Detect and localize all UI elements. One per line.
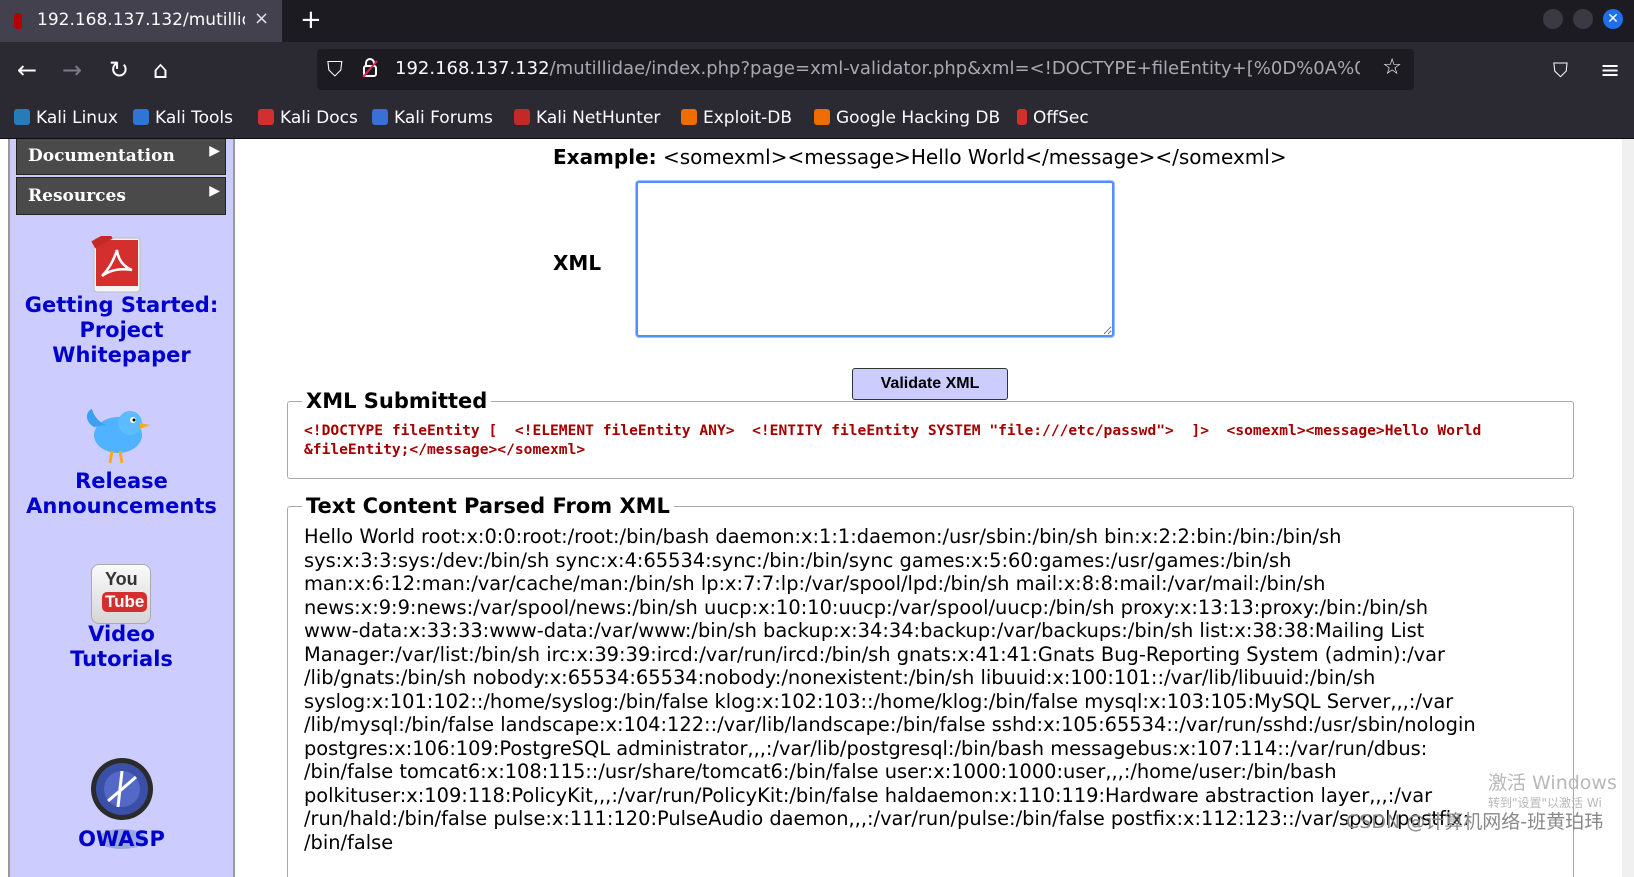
kali-docs-icon	[258, 109, 274, 125]
parsed-line: /lib/gnats:/bin/sh nobody:x:65534:65534:…	[304, 666, 1376, 689]
kali-forums-icon	[372, 109, 388, 125]
active-tab[interactable]: 192.168.137.132/mutillida ×	[0, 0, 282, 42]
insecure-lock-icon[interactable]	[362, 58, 378, 83]
kali-tools-icon	[133, 109, 149, 125]
xml-label: XML	[553, 251, 602, 275]
xml-submitted-legend: XML Submitted	[306, 389, 488, 413]
parsed-line: syslog:x:101:102::/home/syslog:/bin/fals…	[304, 689, 1454, 713]
url-bar[interactable]: ⛉ 192.168.137.132/mutillidae/index.php?p…	[317, 49, 1414, 90]
home-icon[interactable]: ⌂	[153, 56, 168, 84]
bookmarks-toolbar: Kali Linux Kali Tools Kali Docs Kali For…	[0, 102, 1634, 139]
menu-resources-label: Resources	[28, 186, 126, 206]
owasp-link[interactable]: OWASP	[10, 827, 233, 852]
window-close-button[interactable]: ✕	[1603, 9, 1623, 29]
menu-hamburger-icon[interactable]: ≡	[1600, 56, 1620, 84]
parsed-line: /bin/false	[304, 830, 394, 854]
ghdb-icon	[814, 109, 830, 125]
minimize-button[interactable]	[1543, 9, 1563, 29]
parsed-line: /bin/false tomcat6:x:108:115::/usr/share…	[304, 760, 1337, 783]
example-value: <somexml><message>Hello World</message><…	[663, 145, 1287, 169]
bookmark-kali-tools[interactable]: Kali Tools	[133, 108, 233, 128]
owasp-line1: OWASP	[78, 827, 165, 851]
parsed-line: polkituser:x:109:118:PolicyKit,,,:/var/r…	[304, 783, 1433, 807]
maximize-button[interactable]	[1573, 9, 1593, 29]
getting-started-link[interactable]: Getting Started: Project Whitepaper	[10, 293, 233, 368]
parsed-line: Hello World root:x:0:0:root:/root:/bin/b…	[304, 525, 1342, 548]
windows-activation-watermark: 激活 Windows	[1488, 772, 1617, 794]
tab-title: 192.168.137.132/mutillida	[37, 10, 245, 30]
pocket-icon[interactable]: ⛉	[1553, 58, 1568, 82]
parsed-line: news:x:9:9:news:/var/spool/news:/bin/sh …	[304, 595, 1428, 619]
bookmark-offsec[interactable]: OffSec	[1017, 108, 1089, 128]
parsed-line: /lib/mysql:/bin/false landscape:x:104:12…	[304, 713, 1476, 736]
getting-started-line2: Project	[79, 318, 164, 342]
url-text[interactable]: 192.168.137.132/mutillidae/index.php?pag…	[395, 58, 1360, 79]
twitter-bird-icon[interactable]	[84, 405, 150, 471]
release-line2: Announcements	[26, 494, 217, 518]
bookmark-kali-nethunter[interactable]: Kali NetHunter	[514, 108, 660, 128]
parsed-content-legend: Text Content Parsed From XML	[306, 494, 670, 518]
kali-dragon-icon	[14, 109, 30, 125]
csdn-watermark: CSDN @计算机网络-班黄珀玮	[1346, 811, 1604, 833]
navigation-toolbar: ← → ↻ ⌂ ⛉ 192.168.137.132/mutillidae/ind…	[0, 42, 1634, 102]
back-arrow-icon[interactable]: ←	[17, 56, 37, 84]
bookmark-kali-forums[interactable]: Kali Forums	[372, 108, 493, 128]
mutillidae-favicon-icon	[14, 13, 22, 29]
example-text: Example: <somexml><message>Hello World</…	[553, 145, 1287, 169]
submenu-arrow-icon: ▶	[209, 183, 220, 199]
youtube-icon[interactable]: You Tube	[91, 564, 151, 624]
tab-close-icon[interactable]: ×	[254, 8, 269, 29]
reload-icon[interactable]: ↻	[109, 56, 129, 84]
getting-started-line3: Whitepaper	[52, 343, 191, 367]
bookmark-exploit-db[interactable]: Exploit-DB	[681, 108, 792, 128]
parsed-content-text: Hello World root:x:0:0:root:/root:/bin/b…	[304, 525, 1566, 854]
pdf-icon[interactable]	[90, 231, 146, 298]
bookmark-kali-docs[interactable]: Kali Docs	[258, 108, 358, 128]
sidebar: Documentation ▶ Resources ▶ Getting Star…	[8, 139, 235, 877]
xml-textarea[interactable]	[636, 181, 1114, 337]
menu-documentation[interactable]: Documentation ▶	[14, 139, 228, 177]
release-line1: Release	[75, 469, 168, 493]
offsec-icon	[1017, 109, 1027, 125]
bookmark-google-hacking-db[interactable]: Google Hacking DB	[814, 108, 1000, 128]
bookmark-star-icon[interactable]: ☆	[1382, 55, 1402, 80]
page-content: Documentation ▶ Resources ▶ Getting Star…	[0, 139, 1634, 877]
tab-strip: 192.168.137.132/mutillida × + ✕	[0, 0, 1634, 42]
parsed-line: sys:x:3:3:sys:/dev:/bin/sh sync:x:4:6553…	[304, 548, 1292, 572]
parsed-line: Manager:/var/list:/bin/sh irc:x:39:39:ir…	[304, 642, 1445, 666]
video-line1: Video	[88, 622, 155, 646]
shield-icon[interactable]: ⛉	[327, 57, 343, 82]
menu-resources[interactable]: Resources ▶	[14, 175, 228, 217]
release-announcements-link[interactable]: Release Announcements	[10, 469, 233, 519]
xml-submitted-text: <!DOCTYPE fileEntity [ <!ELEMENT fileEnt…	[304, 422, 1482, 458]
youtube-tube-text: Tube	[102, 592, 148, 612]
youtube-you-text: You	[105, 569, 138, 589]
new-tab-button[interactable]: +	[300, 5, 322, 35]
video-line2: Tutorials	[70, 647, 173, 671]
getting-started-line1: Getting Started:	[24, 293, 219, 317]
bookmark-kali-linux[interactable]: Kali Linux	[14, 108, 118, 128]
exploit-db-icon	[681, 109, 697, 125]
video-tutorials-link[interactable]: Video Tutorials	[10, 622, 233, 672]
example-label: Example:	[553, 145, 657, 169]
parsed-line: postgres:x:106:109:PostgreSQL administra…	[304, 736, 1428, 760]
submenu-arrow-icon: ▶	[209, 143, 220, 159]
forward-arrow-icon[interactable]: →	[62, 56, 82, 84]
menu-documentation-label: Documentation	[28, 146, 175, 166]
page-scrollbar[interactable]	[1622, 139, 1634, 877]
parsed-line: man:x:6:12:man:/var/cache/man:/bin/sh lp…	[304, 572, 1326, 595]
parsed-line: www-data:x:33:33:www-data:/var/www:/bin/…	[304, 619, 1425, 642]
nethunter-icon	[514, 109, 530, 125]
